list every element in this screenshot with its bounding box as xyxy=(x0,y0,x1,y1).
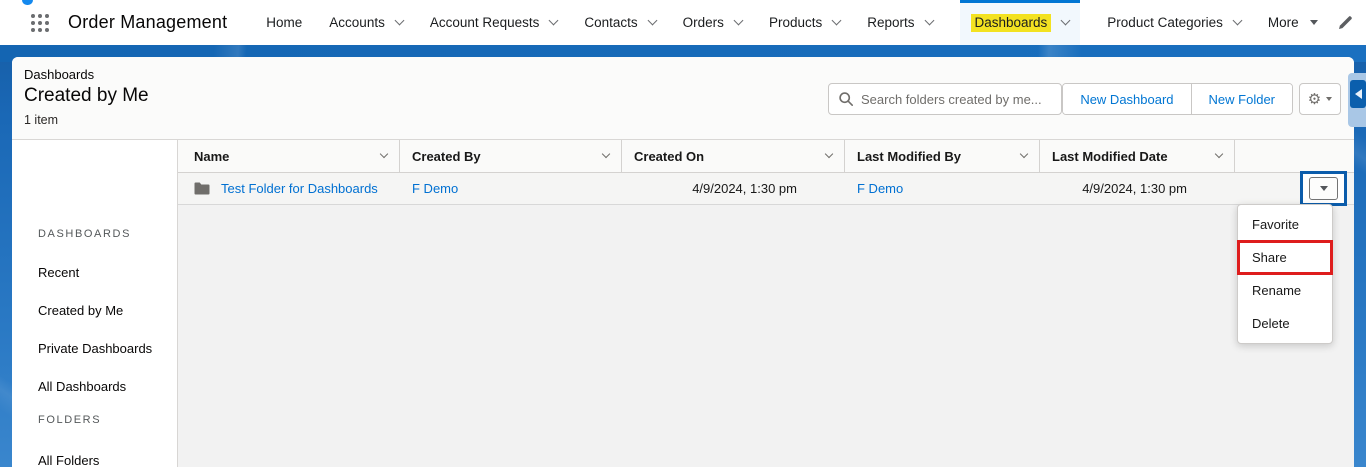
nav-tab-label: Products xyxy=(768,15,823,30)
chevron-down-icon[interactable] xyxy=(601,149,611,159)
new-dashboard-button[interactable]: New Dashboard xyxy=(1063,84,1192,114)
new-folder-button[interactable]: New Folder xyxy=(1191,84,1292,114)
column-header-actions xyxy=(1235,140,1354,172)
nav-tab-label: Reports xyxy=(867,15,915,30)
sidebar-section-folders: FOLDERS xyxy=(38,414,102,426)
expand-panel-button[interactable] xyxy=(1350,80,1366,108)
folders-table: Name Created By Created On Last Modified… xyxy=(178,140,1354,467)
sidebar-item-recent[interactable]: Recent xyxy=(12,257,178,287)
cell-row-actions xyxy=(1235,171,1354,206)
list-view-settings-button[interactable]: ⚙ xyxy=(1299,83,1341,115)
caret-down-icon xyxy=(1319,186,1328,191)
card-body: DASHBOARDS Recent Created by Me Private … xyxy=(12,140,1354,467)
sidebar-item-created-by-me-dashboards[interactable]: Created by Me xyxy=(12,295,178,325)
column-header-created-on[interactable]: Created On xyxy=(622,140,845,172)
chevron-down-icon[interactable] xyxy=(733,15,744,26)
nav-tab-label: Accounts xyxy=(329,15,385,30)
chevron-down-icon[interactable] xyxy=(1060,15,1071,26)
cell-created-on: 4/9/2024, 1:30 pm xyxy=(692,181,797,196)
app-launcher-waffle-icon xyxy=(31,13,51,32)
chevron-down-icon[interactable] xyxy=(1214,149,1224,159)
nav-tab-dashboards[interactable]: Dashboards xyxy=(959,0,1081,45)
menu-item-delete[interactable]: Delete xyxy=(1238,307,1332,340)
column-header-last-modified-date[interactable]: Last Modified Date xyxy=(1040,140,1235,172)
nav-tabs: Home Accounts Account Requests Contacts … xyxy=(266,0,1338,45)
gear-icon: ⚙ xyxy=(1307,90,1322,108)
last-modified-by-link[interactable]: F Demo xyxy=(857,181,903,196)
chevron-down-icon[interactable] xyxy=(394,15,405,26)
created-by-link[interactable]: F Demo xyxy=(412,181,458,196)
chevron-down-icon[interactable] xyxy=(824,149,834,159)
cell-name: Test Folder for Dashboards xyxy=(178,173,400,204)
caret-down-icon xyxy=(1326,97,1333,101)
screen: Order Management Home Accounts Account R… xyxy=(0,0,1366,467)
item-count: 1 item xyxy=(24,113,59,127)
nav-tab-label: Home xyxy=(266,15,303,30)
chevron-down-icon[interactable] xyxy=(548,15,559,26)
nav-tab-product-categories[interactable]: Product Categories xyxy=(1107,0,1243,45)
nav-tab-label: Product Categories xyxy=(1107,15,1223,30)
global-nav-bar: Order Management Home Accounts Account R… xyxy=(0,0,1366,45)
search-input[interactable] xyxy=(861,91,1051,107)
nav-tab-more[interactable]: More xyxy=(1268,0,1318,45)
app-launcher-button[interactable] xyxy=(31,13,51,33)
folder-search-box xyxy=(828,83,1062,115)
nav-tab-products[interactable]: Products xyxy=(768,0,842,45)
content-card: Dashboards Created by Me 1 item New Dash… xyxy=(12,57,1354,467)
row-actions-button[interactable] xyxy=(1309,177,1338,200)
list-view-header: Dashboards Created by Me 1 item New Dash… xyxy=(12,57,1354,140)
menu-item-share[interactable]: Share xyxy=(1237,240,1333,275)
app-name: Order Management xyxy=(68,12,228,32)
column-header-name[interactable]: Name xyxy=(178,140,400,172)
sidebar: DASHBOARDS Recent Created by Me Private … xyxy=(12,140,178,467)
chevron-down-icon[interactable] xyxy=(1232,15,1243,26)
chevron-down-icon[interactable] xyxy=(647,15,658,26)
nav-tab-label: Account Requests xyxy=(429,15,540,30)
page-title: Created by Me xyxy=(24,85,149,106)
column-header-last-modified-by[interactable]: Last Modified By xyxy=(845,140,1040,172)
nav-tab-label: More xyxy=(1267,15,1299,30)
logo-artifact xyxy=(22,0,33,5)
menu-item-favorite[interactable]: Favorite xyxy=(1238,208,1332,241)
nav-tab-label-highlighted: Dashboards xyxy=(970,13,1052,32)
sidebar-item-private-dashboards[interactable]: Private Dashboards xyxy=(12,333,178,363)
chevron-down-icon[interactable] xyxy=(1019,149,1029,159)
caret-down-icon xyxy=(1309,20,1318,25)
pencil-icon xyxy=(1339,16,1352,29)
table-empty-area xyxy=(178,205,1354,467)
collapsed-panel-tab xyxy=(1348,73,1366,127)
folder-name-link[interactable]: Test Folder for Dashboards xyxy=(221,181,378,196)
chevron-down-icon[interactable] xyxy=(831,15,842,26)
row-actions-menu: Favorite Share Rename Delete xyxy=(1237,204,1333,344)
chevron-down-icon[interactable] xyxy=(379,149,389,159)
header-button-group: New Dashboard New Folder xyxy=(1062,83,1293,115)
nav-tab-orders[interactable]: Orders xyxy=(682,0,744,45)
sidebar-section-dashboards: DASHBOARDS xyxy=(38,228,132,240)
nav-tab-home[interactable]: Home xyxy=(266,0,302,45)
sidebar-item-all-folders[interactable]: All Folders xyxy=(12,445,178,467)
nav-tab-accounts[interactable]: Accounts xyxy=(329,0,405,45)
nav-tab-contacts[interactable]: Contacts xyxy=(584,0,658,45)
sidebar-item-all-dashboards[interactable]: All Dashboards xyxy=(12,371,178,401)
row-actions-focus-ring xyxy=(1300,171,1347,206)
search-icon xyxy=(839,92,853,106)
nav-tab-label: Orders xyxy=(682,15,724,30)
object-label: Dashboards xyxy=(24,67,95,82)
nav-tab-label: Contacts xyxy=(584,15,638,30)
cell-last-modified-date: 4/9/2024, 1:30 pm xyxy=(1082,181,1187,196)
cell-last-modified-by: F Demo xyxy=(845,173,1040,204)
table-row[interactable]: Test Folder for Dashboards F Demo 4/9/20… xyxy=(178,171,1354,206)
menu-item-rename[interactable]: Rename xyxy=(1238,274,1332,307)
folder-icon xyxy=(194,182,210,195)
column-header-created-by[interactable]: Created By xyxy=(400,140,622,172)
table-header-row: Name Created By Created On Last Modified… xyxy=(178,140,1354,173)
chevron-left-icon xyxy=(1354,89,1362,99)
chevron-down-icon[interactable] xyxy=(924,15,934,26)
cell-created-by: F Demo xyxy=(400,173,622,204)
nav-tab-account-requests[interactable]: Account Requests xyxy=(429,0,559,45)
edit-navigation-button[interactable] xyxy=(1338,15,1353,30)
nav-tab-reports[interactable]: Reports xyxy=(867,0,934,45)
